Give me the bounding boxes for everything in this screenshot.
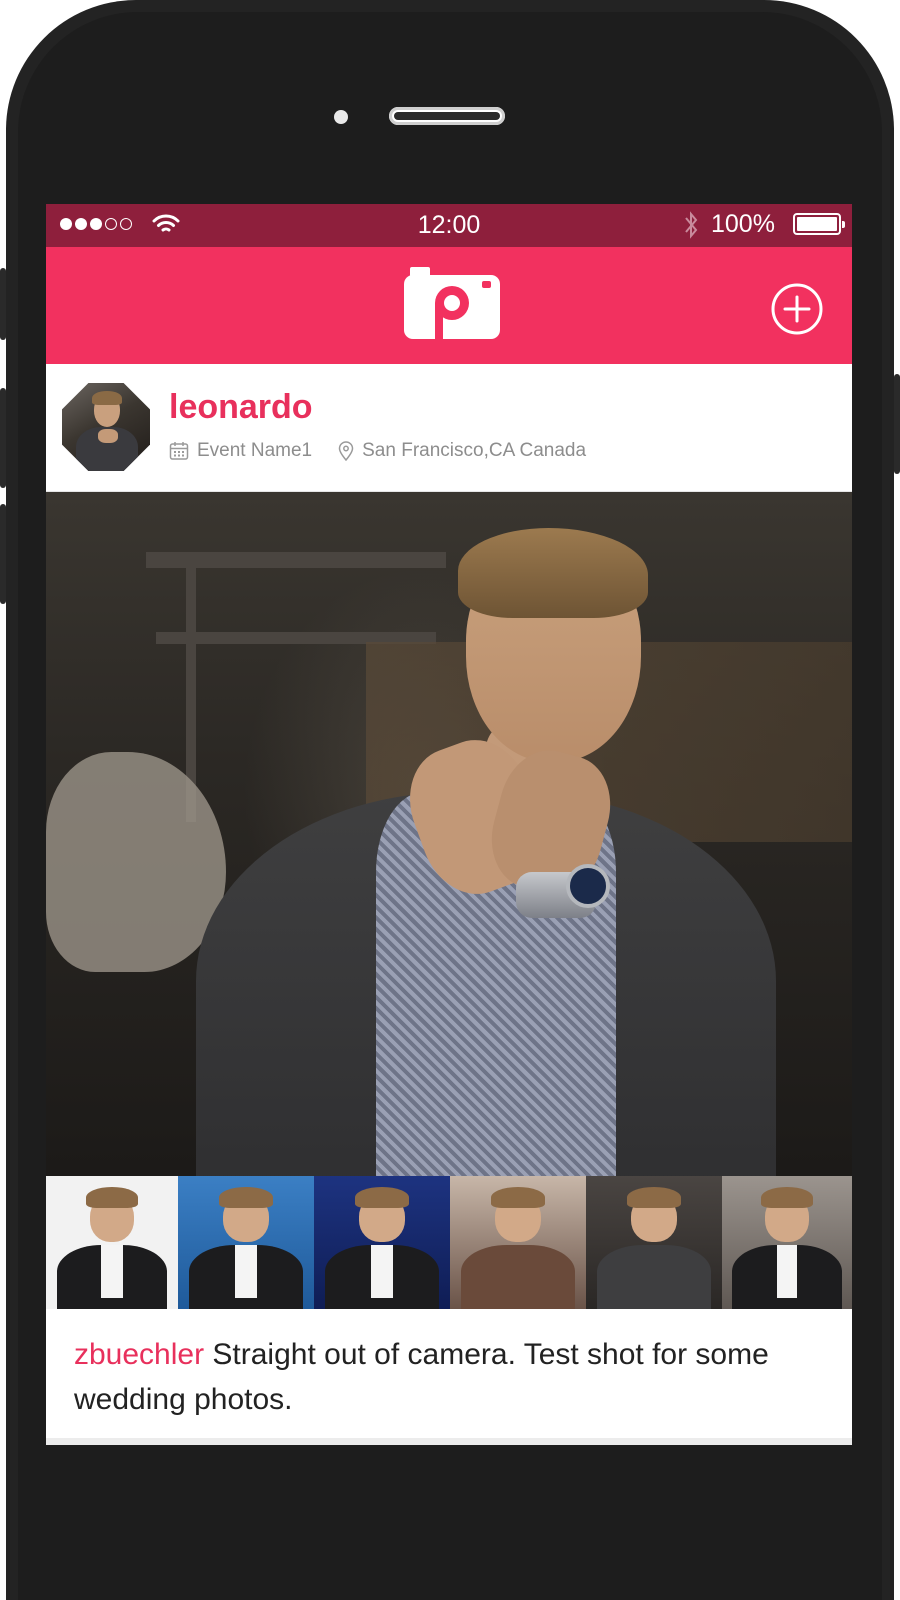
thumbnail-2[interactable]	[178, 1176, 314, 1309]
thumbnail-1[interactable]	[46, 1176, 178, 1309]
battery-percentage: 100%	[711, 210, 775, 238]
battery-icon	[793, 213, 845, 235]
post-header: leonardo Event Name1 San Francisco,CA Ca…	[46, 364, 852, 492]
add-post-button[interactable]	[771, 283, 823, 335]
divider	[46, 1438, 852, 1445]
phone-side-button-volume-down	[0, 504, 6, 604]
caption-username[interactable]: zbuechler	[74, 1338, 204, 1371]
phone-side-button-mute	[0, 268, 6, 340]
calendar-icon	[169, 442, 189, 460]
post-location[interactable]: San Francisco,CA Canada	[362, 440, 586, 462]
thumbnail-3[interactable]	[314, 1176, 450, 1309]
bluetooth-icon	[685, 211, 698, 239]
location-pin-icon	[338, 441, 354, 461]
thumbnail-5[interactable]	[586, 1176, 722, 1309]
thumbnail-4[interactable]	[450, 1176, 586, 1309]
status-bar: 12:00 100%	[46, 204, 852, 247]
front-camera	[334, 110, 348, 124]
post-meta: Event Name1 San Francisco,CA Canada	[169, 440, 586, 462]
post-caption: zbuechler Straight out of camera. Test s…	[74, 1332, 814, 1422]
earpiece-speaker	[389, 107, 505, 125]
event-name[interactable]: Event Name1	[197, 440, 312, 462]
app-screen: 12:00 100% leonardo Event Name1 San Fran…	[46, 204, 852, 1445]
main-post-photo[interactable]	[46, 492, 852, 1176]
camera-logo-icon[interactable]	[404, 267, 500, 339]
thumbnail-strip	[46, 1176, 852, 1309]
post-username[interactable]: leonardo	[169, 388, 313, 427]
phone-side-button-volume-up	[0, 388, 6, 488]
nav-bar	[46, 247, 852, 364]
thumbnail-6[interactable]	[722, 1176, 852, 1309]
phone-side-button-power	[894, 374, 900, 474]
avatar[interactable]	[62, 383, 150, 471]
